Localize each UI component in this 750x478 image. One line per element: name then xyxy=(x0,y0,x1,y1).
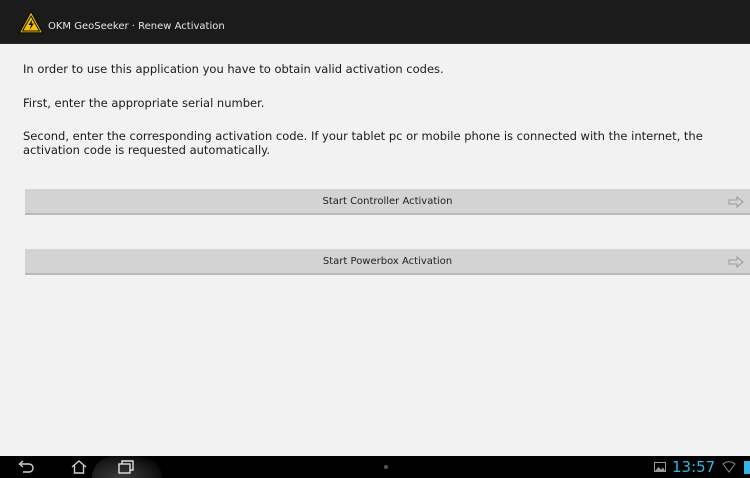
main-content: In order to use this application you hav… xyxy=(0,44,750,456)
gallery-notification-icon[interactable] xyxy=(654,462,666,472)
instruction-paragraph-1: In order to use this application you hav… xyxy=(23,62,444,76)
back-icon[interactable] xyxy=(17,459,35,475)
okm-warning-logo-icon[interactable] xyxy=(18,10,44,34)
instruction-paragraph-2: First, enter the appropriate serial numb… xyxy=(23,96,265,110)
arrow-right-icon xyxy=(728,195,744,209)
start-powerbox-activation-button[interactable]: Start Powerbox Activation xyxy=(25,249,750,275)
home-icon[interactable] xyxy=(70,459,88,475)
wifi-icon xyxy=(722,461,736,473)
app-title: OKM GeoSeeker · Renew Activation xyxy=(48,21,225,32)
start-controller-activation-button[interactable]: Start Controller Activation xyxy=(25,189,750,215)
start-controller-activation-label: Start Controller Activation xyxy=(322,196,453,207)
recent-apps-icon[interactable] xyxy=(117,459,135,475)
start-powerbox-activation-label: Start Powerbox Activation xyxy=(322,256,453,267)
instruction-paragraph-3: Second, enter the corresponding activati… xyxy=(23,129,703,157)
status-clock: 13:57 xyxy=(672,458,716,476)
arrow-right-icon xyxy=(728,255,744,269)
page-indicator-dot xyxy=(384,465,388,469)
system-navigation-bar: 13:57 xyxy=(0,456,750,478)
battery-icon xyxy=(744,461,750,474)
action-bar: OKM GeoSeeker · Renew Activation xyxy=(0,0,750,44)
